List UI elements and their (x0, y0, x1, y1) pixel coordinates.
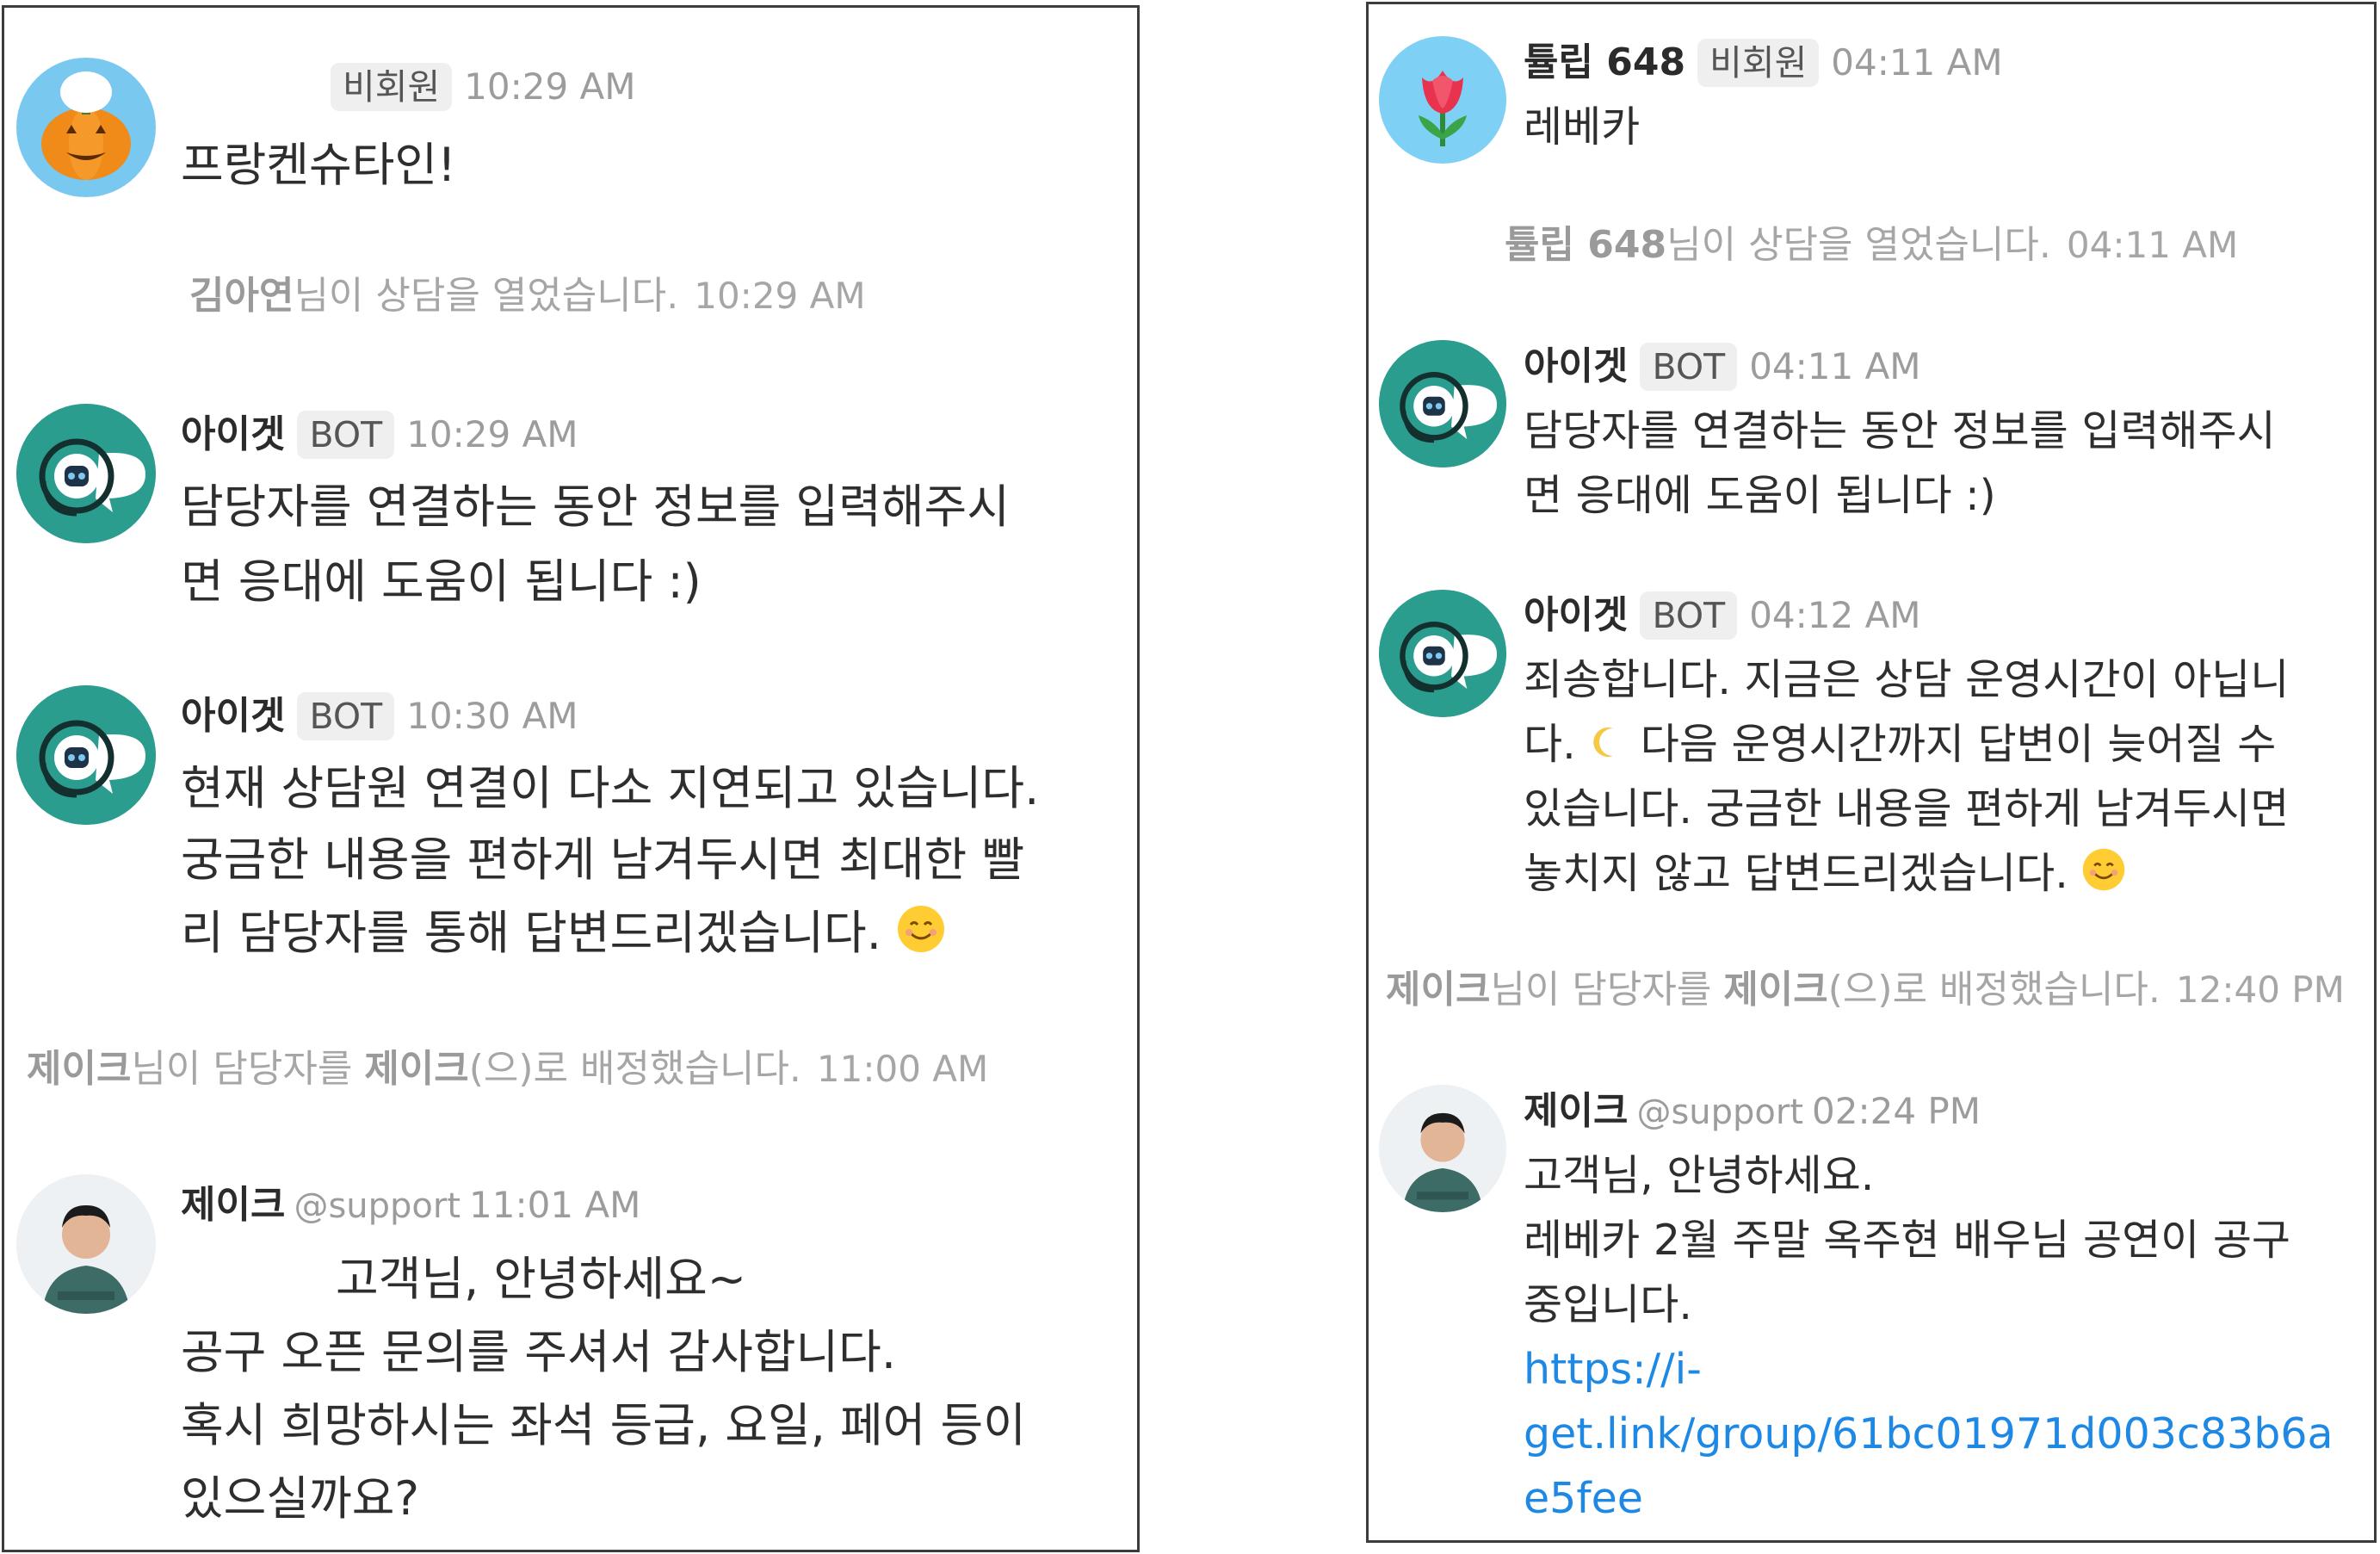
message-line: 혹시 희망하시는 좌석 등급, 요일, 페어 등이 (181, 1398, 1026, 1452)
message-line-start: 다. (1524, 720, 1590, 769)
system-time: 12:40 PM (2175, 969, 2345, 1011)
group-link[interactable]: get.link/group/61bc01971d003c83b6a (1524, 1408, 2334, 1461)
message-time: 10:29 AM (464, 65, 636, 108)
sender-name: 아이겟 (181, 694, 286, 738)
message-text: 프랑켄슈타인! (181, 138, 456, 192)
message-time: 10:29 AM (406, 413, 578, 455)
moon-icon (1589, 721, 1627, 774)
bot-badge: BOT (1640, 591, 1738, 640)
message-line: 고객님, 안녕하세요~ (336, 1252, 747, 1306)
message-line: 놓치지 않고 답변드리겠습니다. (1524, 847, 2126, 905)
system-user-name: 제이크 (27, 1047, 132, 1091)
system-message: 튤립 648님이 상담을 열었습니다. 04:11 AM (1505, 221, 2238, 269)
smile-emoji-icon (2081, 847, 2126, 905)
sender-name: 아이겟 (1524, 593, 1629, 637)
chat-panel-right: 튤립 648 비회원 04:11 AM 레베카 튤립 648님이 상담을 열었습니다… (1366, 2, 2377, 1543)
sender-name: 아이겟 (1524, 344, 1629, 388)
message-header: 아이겟 BOT 04:11 AM (1524, 343, 1921, 391)
message-line: 공구 오픈 문의를 주셔서 감사합니다. (181, 1325, 897, 1379)
system-message: 제이크님이 담당자를 제이크(으)로 배정했습니다. 12:40 PM (1386, 966, 2345, 1014)
redacted-name (181, 71, 318, 106)
message-time: 04:11 AM (1831, 41, 2003, 84)
system-action: 님이 상담을 열었습니다. (1666, 223, 2051, 267)
pumpkin-avatar-icon (16, 58, 156, 197)
sender-handle: @support (294, 1186, 461, 1226)
bot-badge: BOT (1640, 343, 1738, 391)
message-line: 담당자를 연결하는 동안 정보를 입력해주시 (181, 480, 1010, 534)
system-action-tail: (으)로 배정했습니다. (468, 1047, 801, 1091)
system-user-name: 김아연 (189, 274, 294, 318)
agent-avatar (1379, 1085, 1506, 1212)
message-line: 죄송합니다. 지금은 상담 운영시간이 아닙니 (1524, 655, 2290, 704)
message-line: 면 응대에 도움이 됩니다 :) (181, 554, 702, 609)
bot-badge: BOT (297, 692, 395, 740)
sender-name: 튤립 648 (1524, 40, 1686, 84)
message-line-text: 놓치지 않고 답변드리겠습니다. (1524, 849, 2068, 898)
message-time: 11:01 AM (469, 1184, 641, 1226)
message-line: 현재 상담원 연결이 다소 지연되고 있습니다. (181, 761, 1040, 815)
message-header: 제이크 @support 02:24 PM (1524, 1087, 1981, 1136)
message-header: 아이겟 BOT 04:12 AM (1524, 591, 1921, 640)
system-time: 10:29 AM (694, 275, 866, 317)
message-line: 있으실까요? (181, 1471, 420, 1526)
system-time: 11:00 AM (816, 1048, 989, 1090)
sender-name: 제이크 (181, 1183, 286, 1227)
chat-panel-left: 비회원 10:29 AM 프랑켄슈타인! 김아연님이 상담을 열었습니다. 10:2… (2, 5, 1140, 1552)
message-header: 아이겟 BOT 10:29 AM (181, 411, 578, 459)
guest-badge: 비회원 (1697, 39, 1820, 87)
system-action-tail: (으)로 배정했습니다. (1827, 968, 2161, 1012)
bot-headset-icon (16, 685, 156, 825)
message-time: 10:30 AM (406, 695, 578, 737)
message-line: 궁금한 내용을 편하게 남겨두시면 최대한 빨 (181, 833, 1025, 887)
system-user-name: 제이크 (1386, 968, 1491, 1012)
message-line: 레베카 2월 주말 옥주현 배우님 공연이 공구 (1524, 1216, 2290, 1265)
system-time: 04:11 AM (2066, 224, 2239, 266)
message-line: 담당자를 연결하는 동안 정보를 입력해주시 (1524, 406, 2276, 455)
system-action: 님이 담당자를 (131, 1047, 365, 1091)
message-time: 04:11 AM (1749, 345, 1921, 387)
message-text: 레베카 (1524, 102, 1641, 152)
message-line: 고객님, 안녕하세요. (1524, 1151, 1875, 1200)
system-user-name: 튤립 648 (1505, 223, 1667, 267)
message-time: 04:12 AM (1749, 594, 1921, 636)
message-header: 튤립 648 비회원 04:11 AM (1524, 39, 2003, 87)
message-line: 리 담당자를 통해 답변드리겠습니다. (181, 903, 946, 969)
tulip-avatar-icon (1379, 36, 1506, 164)
message-line-rest: 다음 운영시간까지 답변이 늦어질 수 (1627, 720, 2277, 769)
message-header: 제이크 @support 11:01 AM (181, 1181, 640, 1230)
bot-headset-icon (1379, 590, 1506, 717)
message-line-text: 리 담당자를 통해 답변드리겠습니다. (181, 906, 881, 960)
message-line: 중입니다. (1524, 1280, 1692, 1329)
message-header: 아이겟 BOT 10:30 AM (181, 692, 578, 740)
message-line: 다. 다음 운영시간까지 답변이 늦어질 수 (1524, 718, 2276, 774)
bot-badge: BOT (297, 411, 395, 459)
assigned-agent-name: 제이크 (364, 1047, 469, 1091)
message-line: 면 응대에 도움이 됩니다 :) (1524, 471, 1996, 520)
system-message: 제이크님이 담당자를 제이크(으)로 배정했습니다. 11:00 AM (27, 1045, 988, 1093)
system-action: 님이 상담을 열었습니다. (294, 274, 679, 318)
bot-headset-icon (16, 404, 156, 543)
group-link[interactable]: e5fee (1524, 1472, 1643, 1526)
bot-headset-icon (1379, 340, 1506, 467)
system-message: 김아연님이 상담을 열었습니다. 10:29 AM (189, 272, 866, 320)
assigned-agent-name: 제이크 (1723, 968, 1828, 1012)
message-header: 비회원 10:29 AM (181, 63, 636, 111)
group-link[interactable]: https://i- (1524, 1343, 1702, 1396)
guest-badge: 비회원 (331, 63, 453, 111)
message-line: 있습니다. 궁금한 내용을 편하게 남겨두시면 (1524, 784, 2290, 833)
message-time: 02:24 PM (1812, 1090, 1981, 1132)
sender-name: 제이크 (1524, 1089, 1629, 1133)
smile-emoji-icon (896, 904, 946, 969)
sender-name: 아이겟 (181, 412, 286, 456)
system-action: 님이 담당자를 (1490, 968, 1724, 1012)
sender-handle: @support (1636, 1093, 1804, 1132)
agent-avatar (16, 1174, 156, 1314)
